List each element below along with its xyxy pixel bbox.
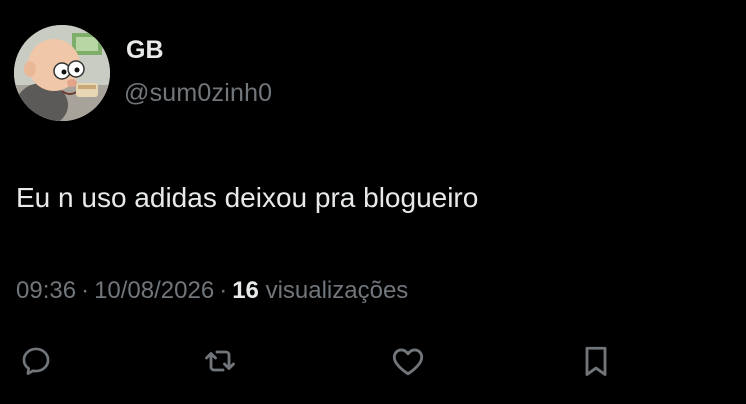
retweet-button[interactable] [202, 343, 238, 379]
retweet-icon [205, 350, 235, 372]
tweet-time[interactable]: 09:36 [16, 277, 76, 304]
meta-separator: · [81, 277, 90, 304]
avatar[interactable] [14, 25, 110, 121]
bookmark-button[interactable] [578, 343, 614, 379]
display-name[interactable]: GB [126, 38, 164, 63]
like-button[interactable] [390, 343, 426, 379]
user-handle[interactable]: @sum0zinh0 [124, 81, 272, 106]
tweet-meta: 09:36 · 10/08/2026 · 16 visualizações [16, 277, 408, 306]
bookmark-icon [585, 346, 607, 376]
tweet: GB @sum0zinh0 Eu n uso adidas deixou pra… [0, 0, 746, 404]
heart-icon [392, 348, 424, 376]
reply-button[interactable] [18, 343, 54, 379]
avatar-image [14, 25, 110, 121]
views-label: visualizações [265, 277, 409, 304]
meta-separator: · [219, 277, 228, 304]
views-count: 16 [232, 277, 259, 304]
tweet-text: Eu n uso adidas deixou pra blogueiro [16, 182, 479, 213]
action-bar [0, 343, 746, 383]
reply-icon [22, 347, 50, 375]
tweet-date[interactable]: 10/08/2026 [94, 277, 214, 304]
